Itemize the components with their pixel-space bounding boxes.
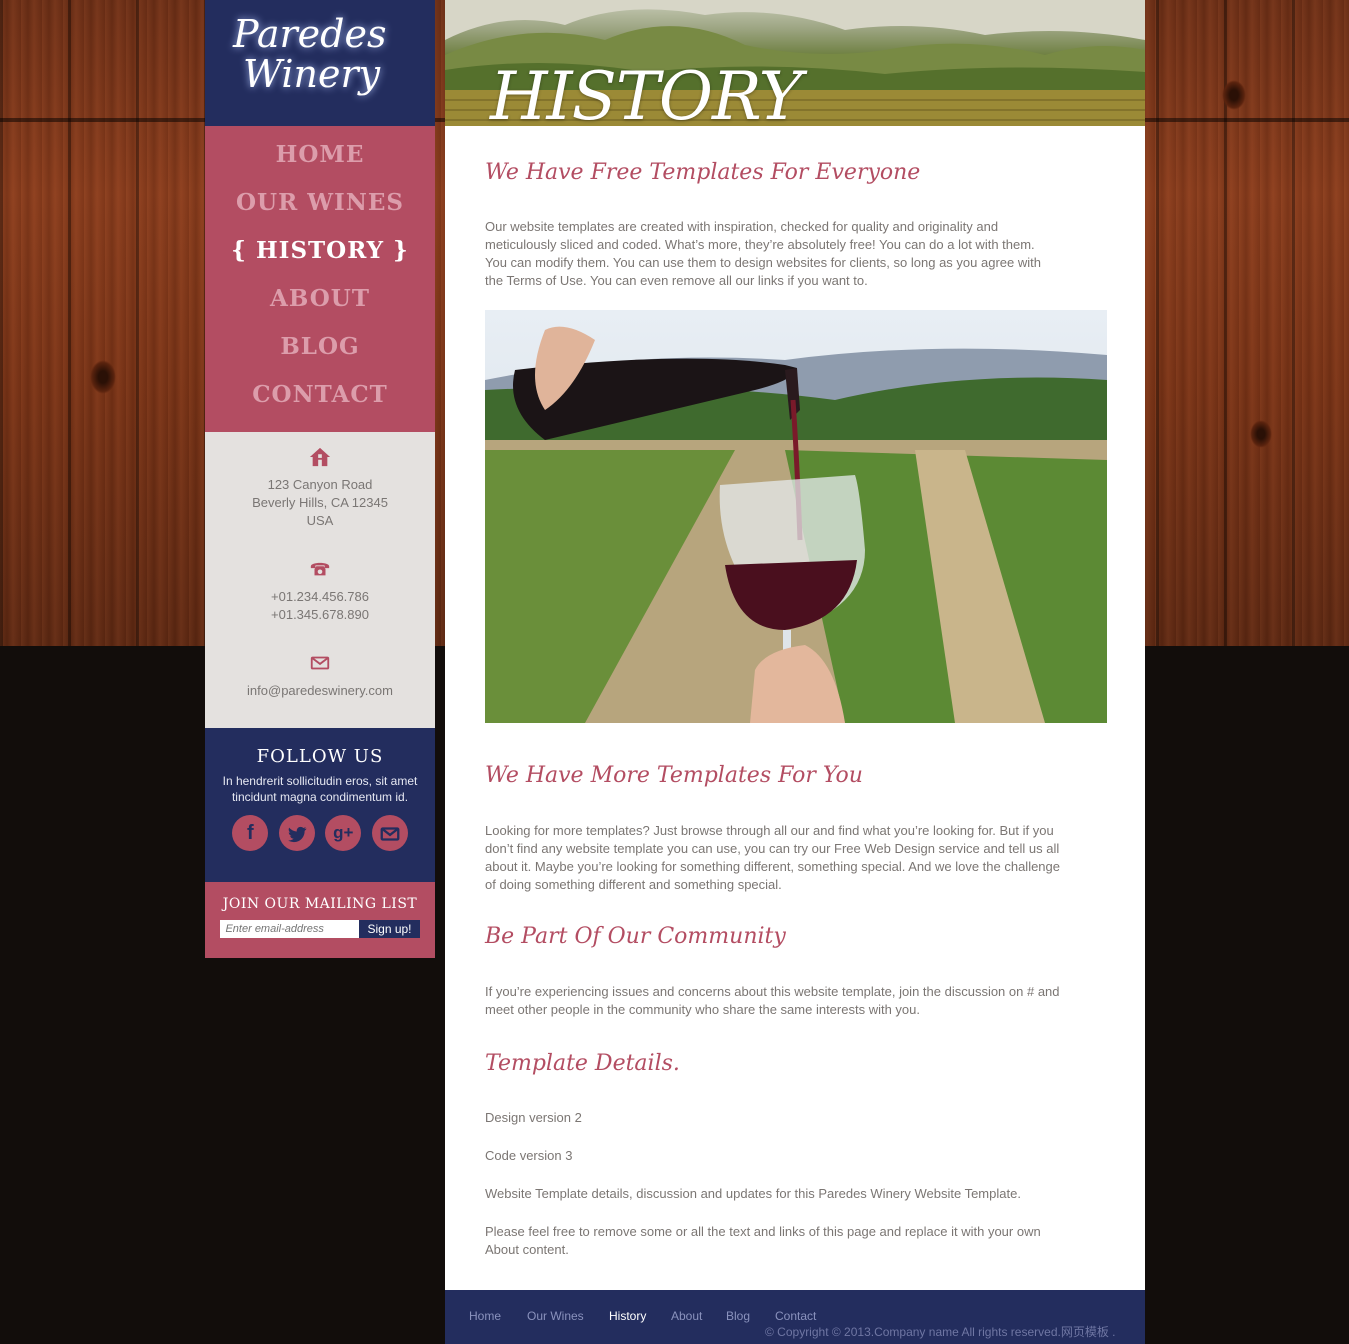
mail-icon[interactable]	[371, 815, 408, 851]
detail-line: Website Template details, discussion and…	[485, 1186, 1021, 1201]
email-input[interactable]	[220, 920, 360, 938]
logo-line-1: Paredes	[233, 12, 387, 56]
section-heading: We Have Free Templates For Everyone	[485, 160, 921, 185]
nav-home[interactable]: HOME	[205, 136, 435, 184]
logo[interactable]: Paredes Winery	[205, 0, 435, 126]
section-body: If you’re experiencing issues and concer…	[485, 984, 1060, 1017]
footer-link-contact[interactable]: Contact	[775, 1309, 816, 1323]
signup-button[interactable]: Sign up!	[359, 920, 420, 938]
phone-number[interactable]: +01.345.678.890	[205, 606, 435, 624]
address-line: Beverly Hills, CA 12345	[252, 495, 388, 510]
section-body: Looking for more templates? Just browse …	[485, 823, 1060, 892]
nav-contact[interactable]: CONTACT	[205, 376, 435, 424]
footer-link-history[interactable]: History	[609, 1309, 646, 1323]
copyright: © Copyright © 2013.Company name All righ…	[765, 1325, 1116, 1339]
footer: Home Our Wines History About Blog Contac…	[445, 1290, 1145, 1344]
detail-line: Code version 3	[485, 1148, 573, 1163]
footer-link-about[interactable]: About	[671, 1309, 702, 1323]
history-banner: HISTORY	[445, 0, 1145, 126]
email-block: info@paredeswinery.com	[205, 652, 435, 700]
mailing-list: JOIN OUR MAILING LIST Sign up!	[205, 882, 435, 958]
phone-block: +01.234.456.786 +01.345.678.890	[205, 558, 435, 624]
logo-text: Paredes Winery	[233, 14, 386, 94]
article: We Have Free Templates For Everyone Our …	[445, 160, 1145, 1259]
section-heading: Template Details.	[485, 1051, 680, 1076]
section-body: Our website templates are created with i…	[485, 219, 1041, 288]
detail-line: Design version 2	[485, 1110, 582, 1125]
phone-number[interactable]: +01.234.456.786	[205, 588, 435, 606]
address-line: USA	[306, 513, 334, 528]
nav-history[interactable]: { HISTORY }	[205, 232, 435, 280]
google-plus-icon[interactable]: g+	[325, 815, 362, 851]
section-heading: Be Part Of Our Community	[485, 924, 786, 949]
nav-blog[interactable]: BLOG	[205, 328, 435, 376]
nav-our-wines[interactable]: OUR WINES	[205, 184, 435, 232]
logo-line-2: Winery	[243, 52, 381, 96]
address-line: 123 Canyon Road	[267, 477, 373, 492]
sidebar: Paredes Winery HOME OUR WINES { HISTORY …	[205, 0, 435, 958]
contact-info: 123 Canyon Road Beverly Hills, CA 12345 …	[205, 432, 435, 728]
facebook-icon[interactable]: f	[232, 815, 269, 851]
follow-title: FOLLOW US	[256, 746, 384, 767]
detail-line: Please feel free to remove some or all t…	[485, 1224, 1041, 1257]
twitter-icon[interactable]	[278, 815, 315, 851]
home-icon	[309, 447, 331, 467]
mailing-title: JOIN OUR MAILING LIST	[222, 896, 418, 912]
phone-icon	[310, 562, 330, 576]
wood-knot	[1222, 80, 1246, 110]
nav-about[interactable]: ABOUT	[205, 280, 435, 328]
footer-link-home[interactable]: Home	[469, 1309, 501, 1323]
main-nav: HOME OUR WINES { HISTORY } ABOUT BLOG CO…	[205, 126, 435, 432]
wood-knot	[90, 360, 116, 394]
main-content: HISTORY We Have Free Templates For Every…	[445, 0, 1145, 1290]
wine-pouring-photo	[485, 310, 1107, 723]
social-icons: f g+	[205, 815, 435, 851]
section-heading: We Have More Templates For You	[485, 763, 863, 788]
follow-us: FOLLOW US In hendrerit sollicitudin eros…	[205, 728, 435, 882]
footer-link-our-wines[interactable]: Our Wines	[527, 1309, 584, 1323]
email-link[interactable]: info@paredeswinery.com	[205, 682, 435, 700]
page-title: HISTORY	[490, 58, 802, 126]
wood-knot	[1250, 420, 1272, 448]
footer-link-blog[interactable]: Blog	[726, 1309, 750, 1323]
follow-text: In hendrerit sollicitudin eros, sit amet…	[222, 774, 418, 804]
address-block: 123 Canyon Road Beverly Hills, CA 12345 …	[205, 446, 435, 530]
envelope-icon	[310, 656, 330, 670]
